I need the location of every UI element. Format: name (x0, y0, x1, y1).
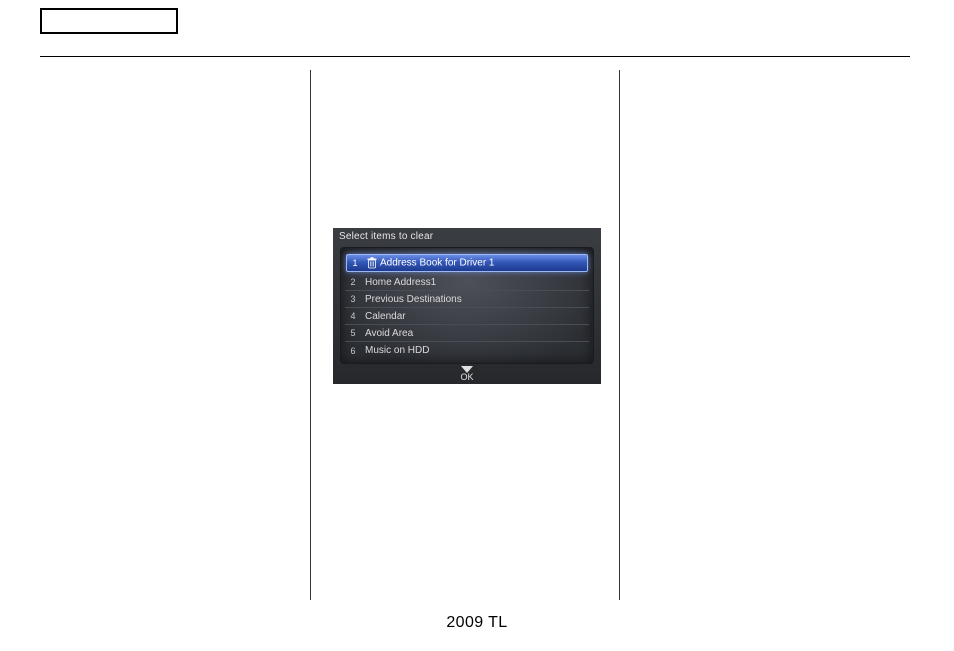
list-item-number: 5 (345, 328, 361, 338)
list-item-number: 4 (345, 311, 361, 321)
list-item-label: Address Book for Driver 1 (363, 257, 587, 269)
list-item-number: 3 (345, 294, 361, 304)
list-item[interactable]: 4 Calendar (345, 308, 589, 325)
list-item[interactable]: 1 Address Book for Driver 1 (346, 254, 588, 272)
list-item-number: 2 (345, 277, 361, 287)
nav-screen: Select items to clear 1 Address Book for… (333, 228, 601, 384)
list-item-label: Avoid Area (361, 328, 589, 339)
list-item[interactable]: 6 Music on HDD (345, 342, 589, 359)
trash-icon (367, 257, 377, 269)
list-item-label: Home Address1 (361, 277, 589, 288)
list-item[interactable]: 5 Avoid Area (345, 325, 589, 342)
ok-button[interactable]: OK (333, 366, 601, 382)
list-item[interactable]: 2 Home Address1 (345, 274, 589, 291)
list-item[interactable]: 3 Previous Destinations (345, 291, 589, 308)
ok-label: OK (333, 372, 601, 382)
list-item-label: Music on HDD (361, 345, 589, 356)
nav-screen-panel: 1 Address Book for Driver 1 2 (340, 247, 594, 364)
list-item-number: 6 (345, 346, 361, 356)
header-box (40, 8, 178, 34)
column-left (40, 70, 310, 600)
column-right (620, 70, 910, 600)
list-item-number: 1 (347, 258, 363, 268)
footer-text: 2009 TL (0, 614, 954, 632)
columns-container: Select items to clear 1 Address Book for… (40, 70, 910, 600)
column-middle: Select items to clear 1 Address Book for… (310, 70, 620, 600)
horizontal-rule (40, 56, 910, 57)
list-item-label: Calendar (361, 311, 589, 322)
nav-screen-title: Select items to clear (333, 228, 601, 247)
list-item-label: Previous Destinations (361, 294, 589, 305)
